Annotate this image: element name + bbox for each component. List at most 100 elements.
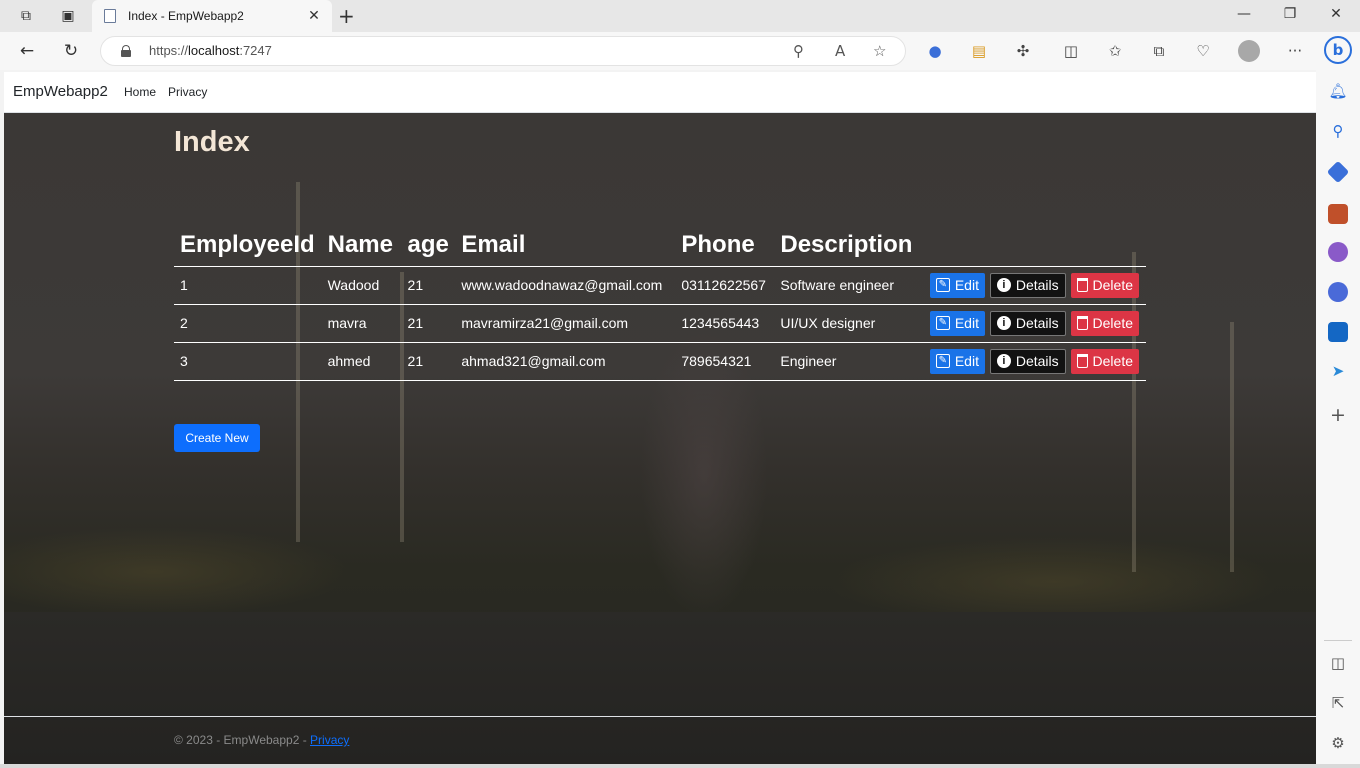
- cell-age: 21: [401, 304, 456, 343]
- cell-actions: ✎ Edit i Details Delete: [919, 342, 1146, 381]
- bing-copilot-icon[interactable]: b: [1324, 36, 1352, 64]
- cell-age: 21: [401, 342, 456, 381]
- games-icon[interactable]: [1328, 242, 1348, 262]
- workspaces-icon[interactable]: ⧉: [16, 6, 36, 26]
- cell-phone: 03112622567: [675, 266, 775, 305]
- nav-privacy-link[interactable]: Privacy: [168, 85, 207, 99]
- cell-employeeid: 3: [174, 342, 322, 381]
- sidebar-divider: [1324, 640, 1352, 641]
- more-menu-icon[interactable]: ···: [1284, 40, 1306, 62]
- info-icon: i: [996, 278, 1011, 292]
- favorites-icon[interactable]: ✩: [1104, 40, 1126, 62]
- close-window-button[interactable]: ✕: [1326, 6, 1346, 22]
- collections-icon[interactable]: ⧉: [1148, 40, 1170, 62]
- site-footer: © 2023 - EmpWebapp2 - Privacy: [4, 716, 1316, 764]
- cell-name: mavra: [321, 304, 402, 343]
- details-button[interactable]: i Details: [989, 348, 1066, 374]
- cell-description: Software engineer: [774, 266, 920, 305]
- delete-button[interactable]: Delete: [1070, 310, 1139, 336]
- trash-icon: [1076, 316, 1088, 330]
- back-button[interactable]: ←: [16, 40, 38, 62]
- info-icon: i: [996, 316, 1011, 330]
- minimize-button[interactable]: —: [1234, 6, 1254, 22]
- column-header-email: Email: [455, 224, 676, 267]
- cell-email: mavramirza21@gmail.com: [455, 304, 676, 343]
- details-button[interactable]: i Details: [989, 310, 1066, 336]
- footer-privacy-link[interactable]: Privacy: [310, 733, 349, 747]
- edit-pencil-icon: ✎: [935, 278, 950, 292]
- cell-name: Wadood: [321, 266, 402, 305]
- performance-icon[interactable]: ♡: [1192, 40, 1214, 62]
- tools-briefcase-icon[interactable]: [1328, 204, 1348, 224]
- background-pole: [1230, 322, 1234, 572]
- cell-description: Engineer: [774, 342, 920, 381]
- cell-employeeid: 1: [174, 266, 322, 305]
- read-aloud-icon[interactable]: A: [835, 42, 845, 60]
- cell-email: ahmad321@gmail.com: [455, 342, 676, 381]
- delete-button[interactable]: Delete: [1070, 348, 1139, 374]
- edit-button[interactable]: ✎ Edit: [929, 310, 985, 336]
- cell-description: UI/UX designer: [774, 304, 920, 343]
- profile-avatar-icon[interactable]: [1238, 40, 1260, 62]
- tab-actions-icon[interactable]: ▣: [58, 6, 78, 26]
- create-new-button[interactable]: Create New: [174, 424, 260, 452]
- edit-pencil-icon: ✎: [935, 316, 950, 330]
- details-button[interactable]: i Details: [989, 272, 1066, 298]
- favorite-star-icon[interactable]: ☆: [873, 42, 886, 60]
- edge-sidebar: 🔔︎ ⚲ ➤ + ◫ ⇱ ⚙: [1316, 70, 1360, 768]
- restore-button[interactable]: ❐: [1280, 6, 1300, 22]
- tab-strip: ⧉ ▣ Index - EmpWebapp2 ✕ + — ❐ ✕: [0, 0, 1360, 32]
- trash-icon: [1076, 354, 1088, 368]
- cell-actions: ✎ Edit i Details Delete: [919, 266, 1146, 305]
- shopping-tag-icon[interactable]: [1326, 160, 1350, 184]
- column-header-age: age: [401, 224, 456, 267]
- edit-button[interactable]: ✎ Edit: [929, 272, 985, 298]
- info-icon: i: [996, 354, 1011, 368]
- search-icon[interactable]: ⚲: [1328, 122, 1348, 140]
- edit-pencil-icon: ✎: [935, 354, 950, 368]
- bottom-edge-strip: [0, 764, 1360, 768]
- open-external-icon[interactable]: ⇱: [1328, 694, 1348, 712]
- cell-email: www.wadoodnawaz@gmail.com: [455, 266, 676, 305]
- microsoft365-icon[interactable]: [1328, 282, 1348, 302]
- active-tab[interactable]: Index - EmpWebapp2 ✕: [92, 0, 332, 32]
- send-icon[interactable]: ➤: [1328, 362, 1348, 380]
- edit-button[interactable]: ✎ Edit: [929, 348, 985, 374]
- page-title: Index: [174, 126, 250, 158]
- url-text[interactable]: https://localhost:7247: [149, 43, 272, 58]
- extension-icon[interactable]: ●: [924, 40, 946, 62]
- delete-button[interactable]: Delete: [1070, 272, 1139, 298]
- notes-extension-icon[interactable]: ▤: [968, 40, 990, 62]
- column-header-actions: [919, 224, 1146, 267]
- site-brand[interactable]: EmpWebapp2: [13, 83, 108, 100]
- zoom-icon[interactable]: ⚲: [793, 42, 804, 60]
- nav-home-link[interactable]: Home: [124, 85, 156, 99]
- new-tab-button[interactable]: +: [338, 4, 355, 28]
- page-viewport: EmpWebapp2 Home Privacy Index EmployeeId…: [4, 72, 1316, 764]
- site-navbar: EmpWebapp2 Home Privacy: [4, 72, 1316, 113]
- close-tab-icon[interactable]: ✕: [304, 8, 324, 24]
- outlook-icon[interactable]: [1328, 322, 1348, 342]
- cell-age: 21: [401, 266, 456, 305]
- cell-name: ahmed: [321, 342, 402, 381]
- table-row: 2 mavra 21 mavramirza21@gmail.com 123456…: [174, 304, 1146, 343]
- hide-sidebar-icon[interactable]: ◫: [1328, 654, 1348, 672]
- tab-title: Index - EmpWebapp2: [128, 9, 244, 23]
- cell-phone: 789654321: [675, 342, 775, 381]
- column-header-employeeid: EmployeeId: [174, 224, 322, 267]
- column-header-name: Name: [321, 224, 402, 267]
- trash-icon: [1076, 278, 1088, 292]
- employee-table: EmployeeId Name age Email Phone Descript…: [174, 224, 1146, 381]
- add-sidebar-app-icon[interactable]: +: [1328, 404, 1348, 426]
- table-header-row: EmployeeId Name age Email Phone Descript…: [174, 224, 1146, 267]
- address-field[interactable]: https://localhost:7247 ⚲ A ☆: [100, 36, 906, 66]
- settings-gear-icon[interactable]: ⚙: [1328, 734, 1348, 752]
- footer-copyright: © 2023 - EmpWebapp2 -: [174, 733, 311, 747]
- lock-icon[interactable]: [121, 45, 131, 57]
- notifications-bell-icon[interactable]: 🔔︎: [1328, 82, 1348, 100]
- extensions-icon[interactable]: ✣: [1012, 40, 1034, 62]
- column-header-phone: Phone: [675, 224, 775, 267]
- refresh-button[interactable]: ↻: [60, 40, 82, 62]
- split-screen-icon[interactable]: ◫: [1060, 40, 1082, 62]
- cell-actions: ✎ Edit i Details Delete: [919, 304, 1146, 343]
